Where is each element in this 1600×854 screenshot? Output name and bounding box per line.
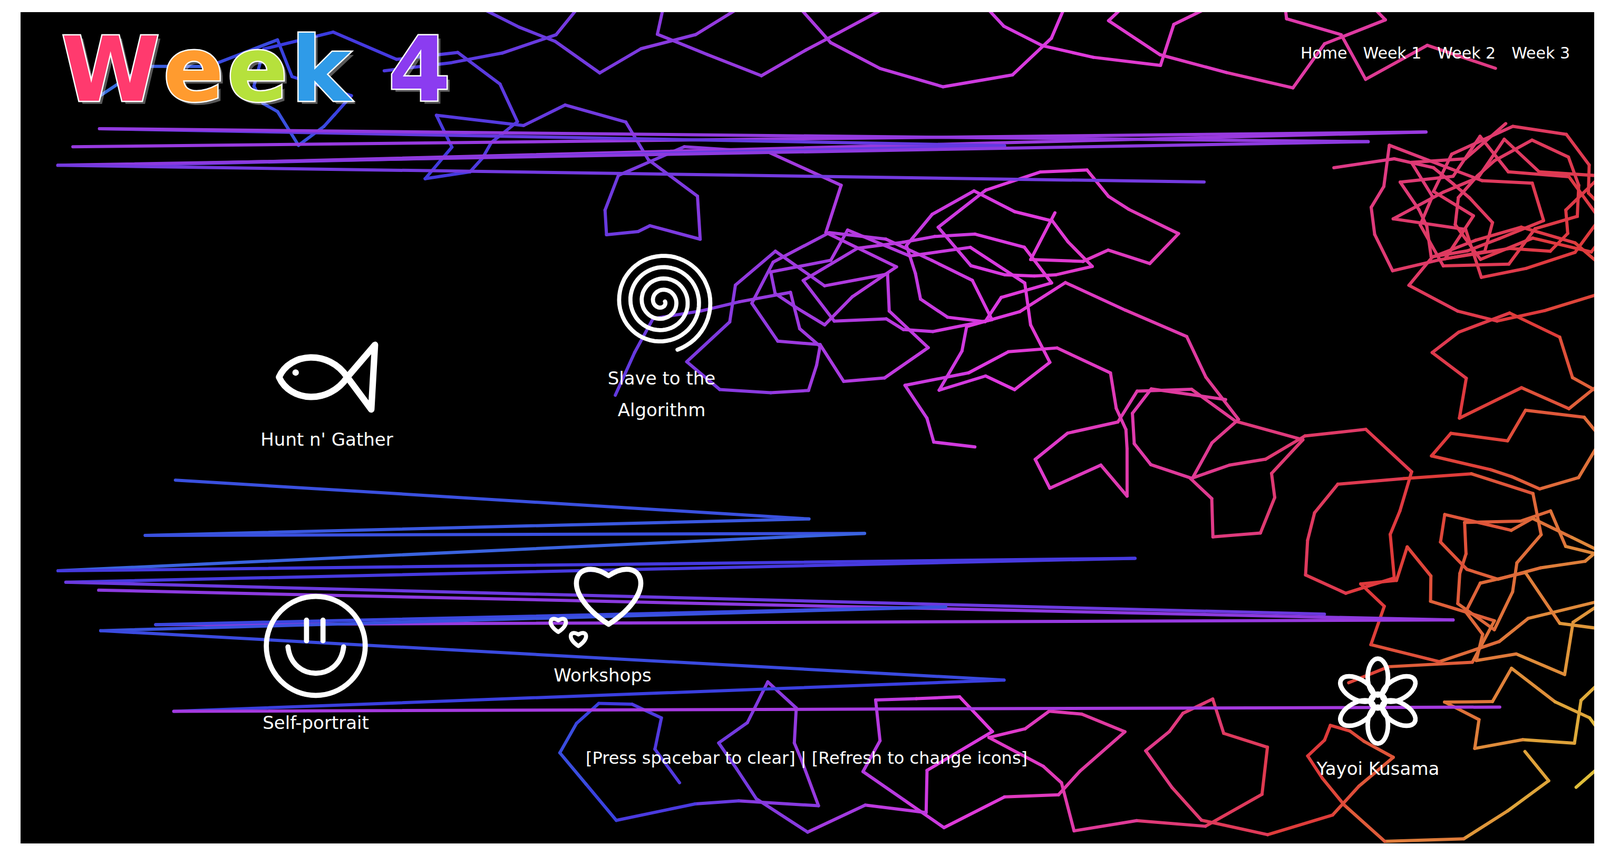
icon-link[interactable]: Hunt n' Gather [260, 334, 393, 455]
smiley-icon [259, 588, 373, 703]
page: Week 4 Home Week 1 Week 2 Week 3 Hunt n' Gath… [0, 0, 1600, 854]
hint-text: [Press spacebar to clear] | [Refresh to … [585, 747, 1028, 768]
spiral-icon [605, 244, 719, 358]
header: Week 4 Home Week 1 Week 2 Week 3 [20, 12, 1595, 118]
nav-link[interactable]: Week 3 [1511, 43, 1570, 63]
icon-label: Self-portrait [262, 706, 370, 739]
icon-label: Yayoi Kusama [1316, 752, 1440, 784]
nav-link[interactable]: Week 2 [1437, 43, 1496, 63]
scribble-drawing [20, 12, 1595, 843]
icon-link[interactable]: Self-portrait [259, 588, 373, 739]
icon-link[interactable]: Yayoi Kusama [1316, 653, 1440, 784]
flower-icon [1322, 653, 1434, 749]
nav-link[interactable]: Home [1300, 43, 1348, 63]
drawing-canvas[interactable]: Week 4 Home Week 1 Week 2 Week 3 Hunt n' Gath… [20, 12, 1595, 843]
nav: Home Week 1 Week 2 Week 3 [1300, 43, 1570, 63]
icon-label: Workshops [553, 658, 652, 691]
nav-link[interactable]: Week 1 [1363, 43, 1422, 63]
heart-icon [541, 544, 664, 655]
icon-label: Slave to the Algorithm [582, 362, 741, 426]
fish-icon [271, 334, 383, 420]
icon-link[interactable]: Workshops [541, 544, 664, 691]
icon-label: Hunt n' Gather [260, 423, 393, 455]
logo: Week 4 [61, 22, 454, 118]
icon-link[interactable]: Slave to the Algorithm [582, 244, 741, 426]
